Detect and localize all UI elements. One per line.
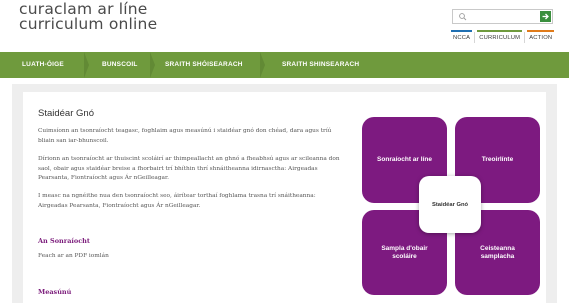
search-box <box>452 9 553 24</box>
nav-item-luath-oige[interactable]: LUATH-ÓIGE <box>22 52 64 78</box>
nav-separator <box>260 52 265 78</box>
nav-item-bunscoil[interactable]: BUNSCOIL <box>102 52 138 78</box>
top-link-action-bar <box>527 30 555 32</box>
tile-sample-questions-line-2: samplacha <box>480 252 515 260</box>
logo-line-2: curriculum online <box>19 15 158 33</box>
top-link-action[interactable]: ACTION <box>524 30 556 43</box>
top-link-ncca-bar <box>451 30 473 32</box>
top-link-ncca-label: NCCA <box>453 35 471 41</box>
content-frame-right <box>546 84 557 303</box>
top-link-ncca[interactable]: NCCA <box>449 30 474 43</box>
focus-paragraph: Dírionn an tsonraíocht ar thuiscint scol… <box>38 156 340 181</box>
tile-student-work-line-1: Sampla d'obair <box>381 244 428 252</box>
search-input[interactable] <box>453 10 541 23</box>
page-title: Staidéar Gnó <box>38 108 94 119</box>
arrow-right-icon <box>542 13 549 20</box>
nav-separator <box>150 52 155 78</box>
tile-student-work-line-2: scoláire <box>392 252 417 260</box>
top-link-curriculum-label: CURRICULUM <box>479 35 521 41</box>
nav-separator <box>84 52 89 78</box>
intro-paragraph: Cuimsíonn an tsonraíocht teagasc, foghla… <box>38 128 332 144</box>
specification-heading[interactable]: An Sonraíocht <box>38 237 90 245</box>
assessment-heading[interactable]: Measúnú <box>38 288 71 296</box>
tile-online-specification-label: Sonraíocht ar líne <box>377 156 432 163</box>
tile-sample-questions-line-1: Ceisteanna <box>480 244 515 252</box>
top-link-curriculum-bar <box>477 30 523 32</box>
content-frame-left <box>12 84 23 303</box>
top-link-action-label: ACTION <box>529 35 553 41</box>
features-paragraph: I measc na ngnéithe nua den tsonraíocht … <box>38 193 316 209</box>
site-logo[interactable]: curaclam ar líne curriculum online <box>19 1 158 33</box>
top-links: NCCA CURRICULUM ACTION <box>449 30 556 43</box>
top-link-curriculum[interactable]: CURRICULUM <box>474 30 524 43</box>
tile-center-subject[interactable]: Staidéar Gnó <box>419 176 481 233</box>
view-pdf-link[interactable]: Feach ar an PDF iomlán <box>38 252 343 262</box>
content-frame-top <box>12 84 557 92</box>
main-nav: LUATH-ÓIGE BUNSCOIL SRAITH SHÓISEARACH S… <box>0 52 569 78</box>
site-header: curaclam ar líne curriculum online NCCA … <box>0 0 569 52</box>
nav-item-sraith-shoisearach[interactable]: SRAITH SHÓISEARACH <box>165 52 243 78</box>
search-submit-button[interactable] <box>540 11 551 22</box>
nav-item-sraith-shinsearach[interactable]: SRAITH SHINSEARACH <box>282 52 359 78</box>
tile-guidelines-label: Treoirlínte <box>481 156 514 163</box>
tile-center-label: Staidéar Gnó <box>431 201 469 208</box>
